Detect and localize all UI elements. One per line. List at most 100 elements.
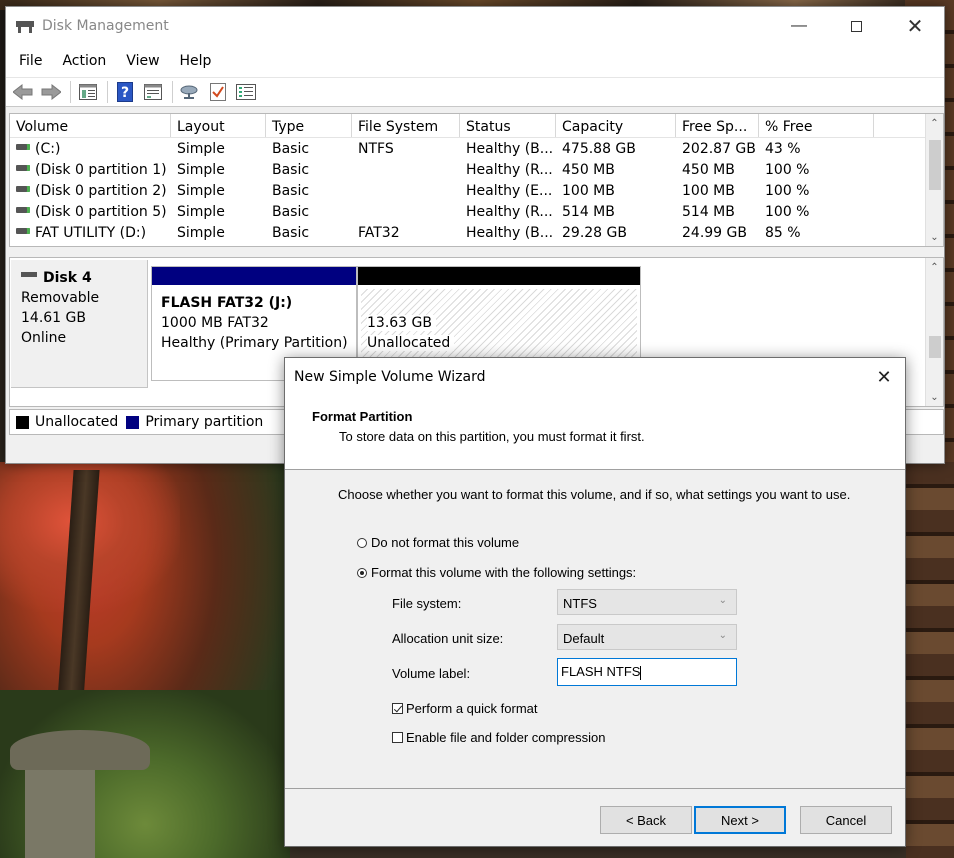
connect-button[interactable] [179,81,201,103]
volume-label-input[interactable]: FLASH NTFS [557,658,737,686]
do-not-format-option[interactable]: Do not format this volume [357,535,519,550]
radio-button-on[interactable] [357,567,367,578]
volume-name: (Disk 0 partition 1) [10,162,171,178]
column-header-status[interactable]: Status [460,114,556,137]
wizard-close-button[interactable]: ✕ [873,366,895,388]
volume-free-space: 202.87 GB [682,140,756,157]
volume-status: Healthy (B... [466,140,554,157]
connect-icon [180,85,198,99]
properties-icon [144,84,162,100]
legend-primary-partition: Primary partition [145,414,264,430]
disk-pane-scrollbar[interactable]: ⌃ ⌄ [925,258,943,406]
volume-status: Healthy (B... [466,225,554,242]
cancel-button[interactable]: Cancel [800,806,892,834]
column-header-capacity[interactable]: Capacity [556,114,676,137]
properties-button[interactable] [142,81,164,103]
volume-layout: Simple [177,140,225,157]
drive-icon [16,164,30,171]
menu-file[interactable]: File [12,49,49,73]
volume-type: Basic [272,140,310,157]
primary-partition-bar [152,267,356,285]
volume-label-label: Volume label: [392,666,471,681]
partition-status: Unallocated [367,333,631,353]
volume-free-space: 100 MB [682,182,735,199]
table-row[interactable]: (Disk 0 partition 1) Simple Basic Health… [10,159,943,180]
volume-status: Healthy (E... [466,182,553,199]
scroll-down-icon[interactable]: ⌄ [926,388,943,406]
radio-button-off[interactable] [357,537,367,548]
column-header-volume[interactable]: Volume [10,114,171,137]
quick-format-checkbox[interactable] [392,703,403,714]
drive-icon [16,207,30,214]
table-row[interactable]: (Disk 0 partition 2) Simple Basic Health… [10,180,943,201]
disk-name: Disk 4 [21,268,137,288]
disk-icon [21,271,37,277]
quick-format-label: Perform a quick format [406,701,538,716]
volume-percent-free: 43 % [765,140,801,157]
check-button[interactable] [207,81,229,103]
volume-name: (C:) [10,141,171,157]
column-header-layout[interactable]: Layout [171,114,266,137]
format-volume-label: Format this volume with the following se… [371,565,637,580]
drive-icon [16,228,30,235]
menu-help[interactable]: Help [173,49,219,73]
menu-view[interactable]: View [119,49,166,73]
table-row[interactable]: FAT UTILITY (D:) Simple Basic FAT32 Heal… [10,223,943,244]
console-tree-button[interactable] [77,81,99,103]
scroll-down-icon[interactable]: ⌄ [926,228,943,246]
volume-capacity: 475.88 GB [562,140,636,157]
volume-name: (Disk 0 partition 2) [10,183,171,199]
compression-checkbox[interactable] [392,732,403,743]
allocation-unit-size-select[interactable]: Default ⌄ [557,624,737,650]
toolbar-separator [70,81,71,103]
scroll-thumb[interactable] [929,140,941,190]
file-system-select[interactable]: NTFS ⌄ [557,589,737,615]
primary-partition-swatch [126,415,140,429]
volume-name: FAT UTILITY (D:) [10,225,171,241]
scroll-thumb[interactable] [929,336,941,358]
back-button[interactable] [12,81,34,103]
volume-capacity: 450 MB [562,161,615,178]
unallocated-bar [358,267,640,285]
volume-free-space: 450 MB [682,161,735,178]
back-button[interactable]: < Back [600,806,692,834]
compression-label: Enable file and folder compression [406,730,606,745]
table-row[interactable]: (Disk 0 partition 5) Simple Basic Health… [10,202,943,223]
help-button[interactable]: ? [114,81,136,103]
disk-info-panel[interactable]: Disk 4 Removable 14.61 GB Online [11,260,148,388]
column-header-type[interactable]: Type [266,114,352,137]
maximize-icon [850,20,862,32]
list-button[interactable] [235,81,257,103]
volume-status: Healthy (R... [466,204,553,221]
list-icon [236,84,256,100]
column-header-file-system[interactable]: File System [352,114,460,137]
minimize-button[interactable]: — [776,7,822,45]
new-simple-volume-wizard: New Simple Volume Wizard ✕ Format Partit… [284,357,906,847]
volume-free-space: 514 MB [682,204,735,221]
quick-format-option[interactable]: Perform a quick format [392,701,538,716]
table-row[interactable]: (C:) Simple Basic NTFS Healthy (B... 475… [10,138,943,159]
volume-capacity: 29.28 GB [562,225,627,242]
disk-size: 14.61 GB [21,310,86,326]
close-button[interactable]: ✕ [892,7,938,45]
volume-list-header: Volume Layout Type File System Status Ca… [10,114,943,138]
back-arrow-icon [13,84,33,100]
column-header-percent-free[interactable]: % Free [759,114,874,137]
unallocated-swatch [16,415,29,429]
forward-arrow-icon [41,84,61,100]
format-volume-option[interactable]: Format this volume with the following se… [357,565,636,580]
partition-name: FLASH FAT32 (J:) [161,295,293,311]
volume-list-scrollbar[interactable]: ⌃ ⌄ [925,114,943,246]
column-header-free-space[interactable]: Free Sp... [676,114,759,137]
menu-action[interactable]: Action [55,49,113,73]
scroll-up-icon[interactable]: ⌃ [926,114,943,132]
next-button[interactable]: Next > [694,806,786,834]
maximize-button[interactable] [833,7,879,45]
wizard-subheading: To store data on this partition, you mus… [339,429,645,444]
scroll-up-icon[interactable]: ⌃ [926,258,943,276]
compression-option[interactable]: Enable file and folder compression [392,730,605,745]
legend-unallocated: Unallocated [35,414,119,430]
forward-button[interactable] [40,81,62,103]
close-icon: ✕ [906,15,924,38]
volume-type: Basic [272,161,310,178]
